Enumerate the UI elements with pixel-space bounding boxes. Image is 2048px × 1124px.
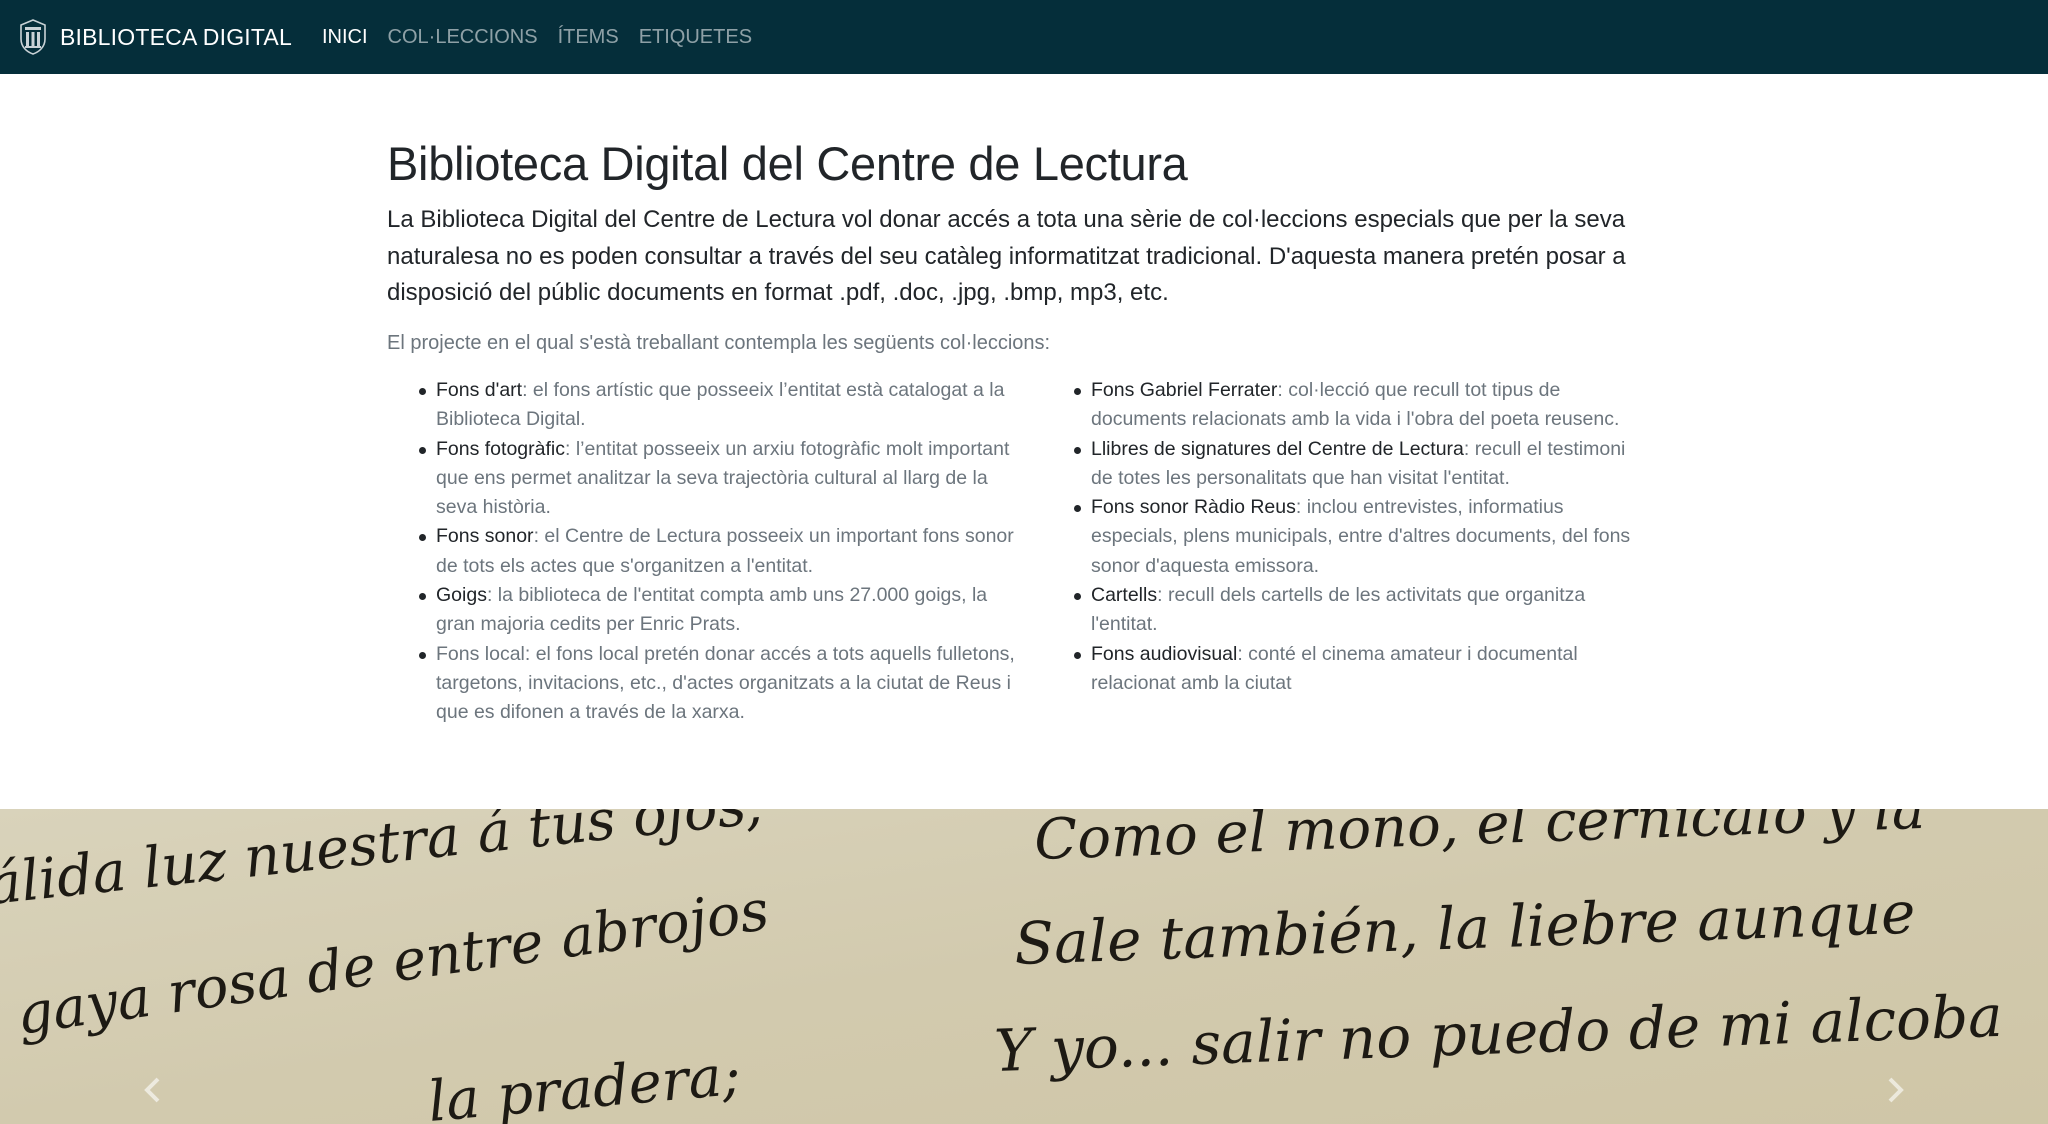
list-item: Llibres de signatures del Centre de Lect… bbox=[1074, 435, 1651, 494]
page-title: Biblioteca Digital del Centre de Lectura bbox=[387, 137, 1188, 190]
item-term: Fons d'art bbox=[436, 379, 523, 401]
nav-link-col-leccions[interactable]: COL·LECCIONS bbox=[388, 26, 538, 49]
item-term: Fons sonor bbox=[436, 525, 534, 548]
item-description: Fons local: el fons local pretén donar a… bbox=[436, 642, 1015, 724]
item-term: Fons fotogràfic bbox=[436, 437, 565, 460]
list-item: Fons audiovisual: conté el cinema amateu… bbox=[1074, 640, 1651, 699]
list-item: Fons sonor Ràdio Reus: inclou entreviste… bbox=[1074, 493, 1651, 581]
item-term: Fons audiovisual bbox=[1091, 642, 1238, 665]
carousel-next-button[interactable] bbox=[1875, 1070, 1915, 1110]
item-term: Cartells bbox=[1091, 584, 1158, 607]
list-item: Cartells: recull dels cartells de les ac… bbox=[1074, 581, 1651, 640]
item-description: : la biblioteca de l'entitat compta amb … bbox=[436, 584, 988, 636]
item-term: Goigs bbox=[436, 584, 487, 607]
main-nav: INICI COL·LECCIONS ÍTEMS ETIQUETES bbox=[322, 26, 772, 49]
item-term: Llibres de signatures del Centre de Lect… bbox=[1091, 437, 1464, 460]
item-term: Fons Gabriel Ferrater bbox=[1091, 379, 1278, 401]
chevron-right-icon bbox=[1888, 1077, 1904, 1103]
collections-list-left: Fons d'art: el fons artístic que posseei… bbox=[419, 376, 1028, 728]
carousel[interactable]: álida luz nuestra á tus ojos; Como el mo… bbox=[0, 809, 2048, 1124]
list-item: Fons d'art: el fons artístic que posseei… bbox=[419, 376, 1028, 435]
collections-list-right: Fons Gabriel Ferrater: col·lecció que re… bbox=[1074, 376, 1651, 728]
list-item: Fons local: el fons local pretén donar a… bbox=[419, 640, 1028, 728]
brand-title: BIBLIOTECA DIGITAL bbox=[60, 23, 292, 50]
carousel-prev-button[interactable] bbox=[133, 1070, 173, 1110]
lead-paragraph: La Biblioteca Digital del Centre de Lect… bbox=[387, 206, 1626, 306]
nav-link-items[interactable]: ÍTEMS bbox=[558, 26, 619, 49]
list-item: Goigs: la biblioteca de l'entitat compta… bbox=[419, 581, 1028, 640]
brand-link[interactable]: BIBLIOTECA DIGITAL bbox=[18, 19, 292, 55]
item-description: : el fons artístic que posseeix l’entita… bbox=[436, 379, 1005, 431]
chevron-left-icon bbox=[144, 1077, 160, 1103]
intro-text: El projecte en el qual s'està treballant… bbox=[387, 332, 1051, 354]
list-item: Fons Gabriel Ferrater: col·lecció que re… bbox=[1074, 376, 1651, 435]
nav-link-etiquetes[interactable]: ETIQUETES bbox=[639, 26, 752, 49]
manuscript-slide-image: álida luz nuestra á tus ojos; Como el mo… bbox=[0, 809, 2048, 1124]
item-term: Fons sonor Ràdio Reus bbox=[1091, 496, 1296, 519]
item-description: : recull dels cartells de les activitats… bbox=[1091, 584, 1586, 636]
navbar: BIBLIOTECA DIGITAL INICI COL·LECCIONS ÍT… bbox=[0, 0, 2048, 74]
collections-lists: Fons d'art: el fons artístic que posseei… bbox=[387, 376, 1657, 728]
crest-logo-icon bbox=[20, 19, 46, 55]
list-item: Fons sonor: el Centre de Lectura posseei… bbox=[419, 522, 1028, 581]
nav-link-inici[interactable]: INICI bbox=[322, 26, 368, 49]
list-item: Fons fotogràfic: l’entitat posseeix un a… bbox=[419, 435, 1028, 523]
